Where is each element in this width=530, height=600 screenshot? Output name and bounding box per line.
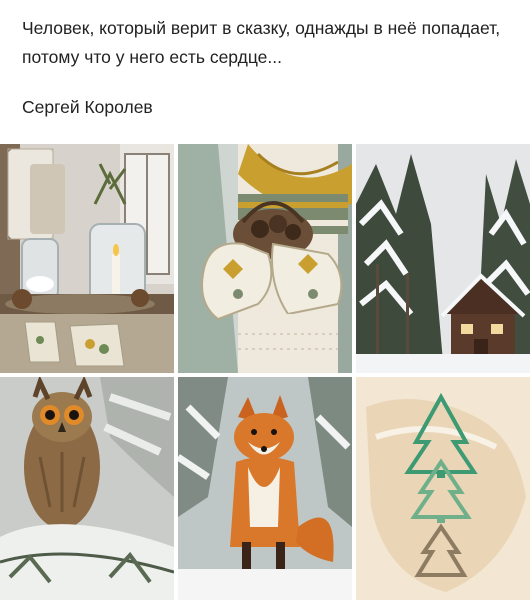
post-quote: Человек, который верит в сказку, однажды… [22,18,501,67]
photo-tile-cabin[interactable]: cabin-icon [356,144,530,373]
photo-tile-fox[interactable]: fox-icon [178,377,352,600]
photo-tile-mittens[interactable]: mitten-icon [178,144,352,373]
post-author: Сергей Королев [22,97,153,117]
fox-icon [178,377,352,600]
photo-tile-cookie-cutters[interactable]: tree-cutter-icon [356,377,530,600]
owl-icon [0,377,174,600]
cabin-icon [356,144,530,373]
mitten-icon [178,144,352,373]
tree-cutter-icon [356,377,530,600]
photo-grid: jar-pinecone-icon mitten-icon [0,144,530,600]
jar-pinecone-icon [0,144,174,373]
photo-tile-owl[interactable]: owl-icon [0,377,174,600]
photo-tile-porch[interactable]: jar-pinecone-icon [0,144,174,373]
post-text: Человек, который верит в сказку, однажды… [22,14,512,118]
